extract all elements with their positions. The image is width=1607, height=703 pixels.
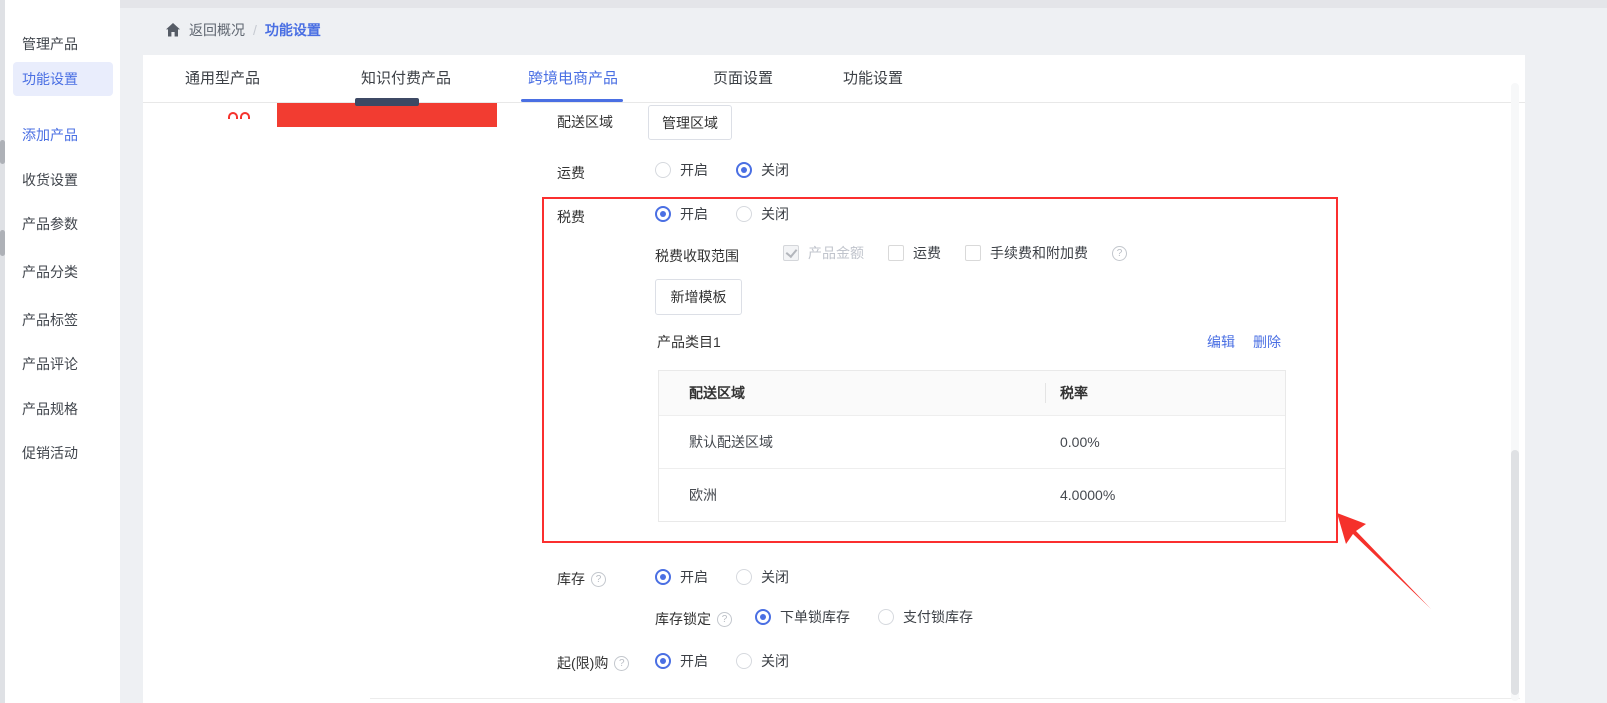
radio-selected-icon[interactable] <box>655 569 671 585</box>
freight-off-label: 关闭 <box>761 160 789 180</box>
radio-unselected-icon[interactable] <box>736 569 752 585</box>
freight-off-option[interactable]: 关闭 <box>736 160 789 180</box>
scope-freight-option[interactable]: 运费 <box>888 243 941 263</box>
sidebar-item-product-reviews[interactable]: 产品评论 <box>5 352 120 376</box>
stock-on-option[interactable]: 开启 <box>655 567 708 587</box>
scrollbar-thumb[interactable] <box>1511 450 1519 695</box>
breadcrumb-current: 功能设置 <box>265 20 321 40</box>
radio-selected-icon[interactable] <box>655 206 671 222</box>
scope-surcharge-option[interactable]: 手续费和附加费 <box>965 243 1088 263</box>
table-cell-rate: 0.00% <box>1046 434 1285 450</box>
active-tab-underline <box>521 99 623 102</box>
min-purchase-on-option[interactable]: 开启 <box>655 651 708 671</box>
red-glyph-fragment <box>228 112 238 119</box>
tab-page-settings[interactable]: 页面设置 <box>713 55 773 102</box>
sidebar-item-function-settings[interactable]: 功能设置 <box>5 67 120 91</box>
radio-selected-icon[interactable] <box>655 653 671 669</box>
content-card: 通用型产品 知识付费产品 跨境电商产品 页面设置 功能设置 配送区域 管理区域 … <box>143 55 1525 703</box>
scrolled-text-fragment <box>355 98 419 106</box>
radio-unselected-icon[interactable] <box>736 653 752 669</box>
tab-crossborder-products[interactable]: 跨境电商产品 <box>528 55 618 102</box>
radio-unselected-icon[interactable] <box>736 206 752 222</box>
lock-on-payment-label: 支付锁库存 <box>903 607 973 627</box>
category-edit-link[interactable]: 编辑 <box>1207 332 1235 352</box>
top-strip <box>0 0 1607 8</box>
scope-product-amount-label: 产品金额 <box>808 243 864 263</box>
min-purchase-off-option[interactable]: 关闭 <box>736 651 789 671</box>
sidebar-item-product-tags[interactable]: 产品标签 <box>5 308 120 332</box>
lock-on-order-label: 下单锁库存 <box>780 607 850 627</box>
red-glyph-fragment <box>240 112 250 119</box>
table-header-rate: 税率 <box>1046 383 1285 403</box>
section-divider <box>370 698 1520 699</box>
sidebar-item-product-category[interactable]: 产品分类 <box>5 260 120 284</box>
freight-on-option[interactable]: 开启 <box>655 160 708 180</box>
stock-off-label: 关闭 <box>761 567 789 587</box>
help-icon[interactable]: ? <box>614 656 629 671</box>
help-icon[interactable]: ? <box>717 612 732 627</box>
help-icon[interactable]: ? <box>591 572 606 587</box>
sidebar-item-product-specs[interactable]: 产品规格 <box>5 397 120 421</box>
table-row: 欧洲 4.0000% <box>659 468 1285 521</box>
sidebar-item-product-params[interactable]: 产品参数 <box>5 212 120 236</box>
lock-on-payment-option[interactable]: 支付锁库存 <box>878 607 973 627</box>
sidebar-item-manage-products[interactable]: 管理产品 <box>5 32 120 56</box>
sidebar: 管理产品 功能设置 添加产品 收货设置 产品参数 产品分类 产品标签 产品评论 … <box>5 0 120 703</box>
table-cell-area: 欧洲 <box>659 485 1046 505</box>
scope-freight-label: 运费 <box>913 243 941 263</box>
stock-label: 库存 <box>557 569 585 589</box>
tab-general-products[interactable]: 通用型产品 <box>185 55 260 102</box>
tax-off-option[interactable]: 关闭 <box>736 204 789 224</box>
scrolled-card-fragment <box>185 103 277 128</box>
table-cell-area: 默认配送区域 <box>659 432 1046 452</box>
table-header-area: 配送区域 <box>659 383 1046 403</box>
scope-surcharge-label: 手续费和附加费 <box>990 243 1088 263</box>
tax-label: 税费 <box>557 207 585 227</box>
tax-scope-label: 税费收取范围 <box>655 246 739 266</box>
tax-rate-table: 配送区域 税率 默认配送区域 0.00% 欧洲 4.0000% <box>658 370 1286 522</box>
checkbox-checked-disabled-icon <box>783 245 799 261</box>
table-cell-rate: 4.0000% <box>1046 487 1285 503</box>
min-limit-purchase-label: 起(限)购 <box>557 653 608 673</box>
scope-product-amount-option: 产品金额 <box>783 243 864 263</box>
radio-unselected-icon[interactable] <box>878 609 894 625</box>
tax-on-option[interactable]: 开启 <box>655 204 708 224</box>
table-header-row: 配送区域 税率 <box>659 371 1285 415</box>
help-icon[interactable]: ? <box>1112 246 1127 261</box>
radio-selected-icon[interactable] <box>755 609 771 625</box>
tab-knowledge-products[interactable]: 知识付费产品 <box>361 55 451 102</box>
checkbox-unchecked-icon[interactable] <box>965 245 981 261</box>
freight-on-label: 开启 <box>680 160 708 180</box>
sidebar-item-receiving-settings[interactable]: 收货设置 <box>5 168 120 192</box>
radio-unselected-icon[interactable] <box>655 162 671 178</box>
radio-selected-icon[interactable] <box>736 162 752 178</box>
table-row: 默认配送区域 0.00% <box>659 415 1285 468</box>
breadcrumb: 返回概况 / 功能设置 <box>165 20 321 40</box>
breadcrumb-back-link[interactable]: 返回概况 <box>189 20 245 40</box>
home-icon[interactable] <box>165 22 181 38</box>
stock-lock-label: 库存锁定 <box>655 609 711 629</box>
stock-off-option[interactable]: 关闭 <box>736 567 789 587</box>
breadcrumb-separator: / <box>253 22 257 38</box>
min-purchase-on-label: 开启 <box>680 651 708 671</box>
lock-on-order-option[interactable]: 下单锁库存 <box>755 607 850 627</box>
tax-on-label: 开启 <box>680 204 708 224</box>
checkbox-unchecked-icon[interactable] <box>888 245 904 261</box>
tax-off-label: 关闭 <box>761 204 789 224</box>
tab-bar: 通用型产品 知识付费产品 跨境电商产品 页面设置 功能设置 <box>143 55 1525 103</box>
scrolled-red-button-fragment <box>277 103 497 127</box>
add-template-button[interactable]: 新增模板 <box>655 279 742 315</box>
freight-label: 运费 <box>557 163 585 183</box>
shipping-area-label: 配送区域 <box>557 112 613 132</box>
category-delete-link[interactable]: 删除 <box>1253 332 1281 352</box>
sidebar-item-promotions[interactable]: 促销活动 <box>5 441 120 465</box>
min-purchase-off-label: 关闭 <box>761 651 789 671</box>
stock-on-label: 开启 <box>680 567 708 587</box>
sidebar-item-add-product[interactable]: 添加产品 <box>5 123 120 147</box>
product-category-title: 产品类目1 <box>657 332 721 352</box>
tab-function-settings[interactable]: 功能设置 <box>843 55 903 102</box>
manage-area-button[interactable]: 管理区域 <box>648 105 732 140</box>
